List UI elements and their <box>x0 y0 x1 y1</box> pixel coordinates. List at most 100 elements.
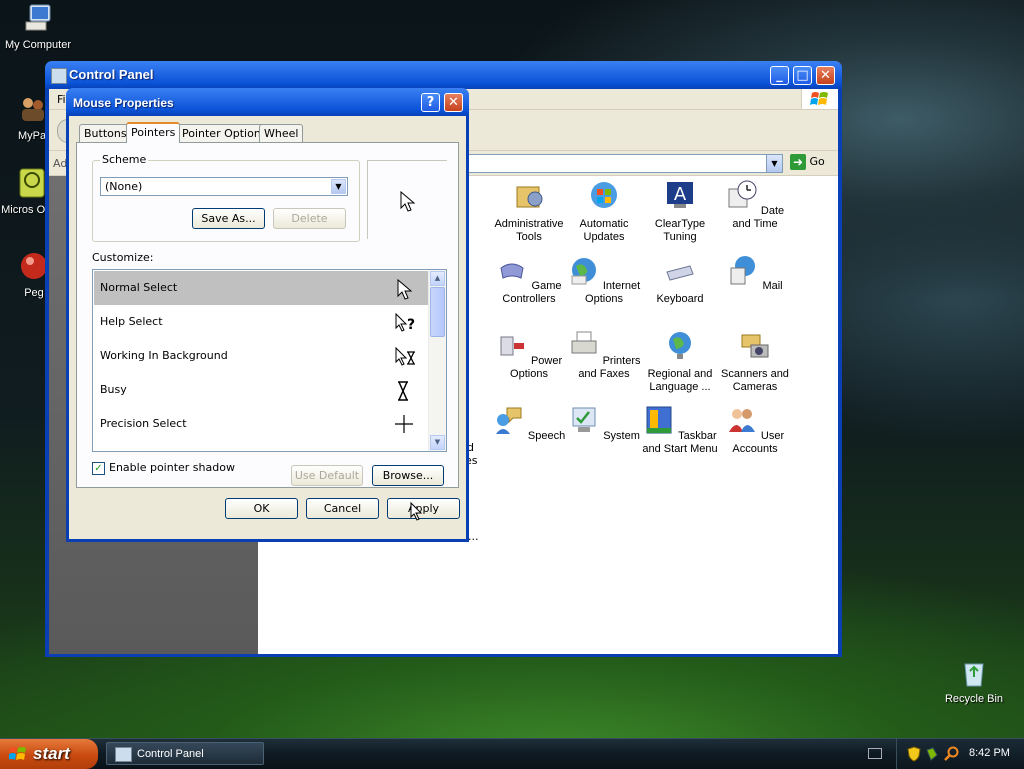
gamepad-icon <box>500 263 525 279</box>
arrow-cursor-icon <box>400 191 416 212</box>
dialog-titlebar[interactable]: Mouse Properties ? ✕ <box>66 88 469 116</box>
cp-item-user-accounts[interactable]: User Accounts <box>716 404 794 456</box>
cp-item-printers-and-faxes[interactable]: Printers and Faxes <box>565 329 643 381</box>
cp-item-taskbar-and-start-menu[interactable]: Taskbar and Start Menu <box>641 404 719 456</box>
scroll-thumb[interactable] <box>430 287 445 337</box>
tab-wheel[interactable]: Wheel <box>259 124 304 142</box>
chevron-down-icon[interactable]: ▼ <box>331 179 346 194</box>
arrow-cursor-icon <box>397 278 413 300</box>
go-button[interactable]: ➜ Go <box>790 154 836 172</box>
help-cursor-icon: ? <box>395 312 415 333</box>
dialog-title: Mouse Properties <box>73 96 174 110</box>
desktop-icon-label: Recycle Bin <box>944 693 1004 705</box>
pointer-preview <box>367 160 447 239</box>
cp-item-regional-and-language[interactable]: Regional and Language ... <box>641 329 719 394</box>
chevron-down-icon[interactable]: ▼ <box>766 155 782 172</box>
desktop-icon-label: My Computer <box>4 39 72 51</box>
windows-update-icon <box>591 182 617 208</box>
cp-item-game-controllers[interactable]: Game Controllers <box>490 254 568 306</box>
tab-pointer-options[interactable]: Pointer Options <box>177 124 272 142</box>
pointer-shadow-checkbox[interactable]: ✓ <box>92 462 105 475</box>
ok-button[interactable]: OK <box>225 498 298 519</box>
scroll-down-icon[interactable]: ▼ <box>430 435 445 450</box>
pointer-row-normal-select[interactable]: Normal Select <box>94 271 428 305</box>
taskbar: start Control Panel 8:42 PM <box>0 738 1024 769</box>
customize-label: Customize: <box>92 251 154 264</box>
clock-icon <box>728 180 757 208</box>
tab-pointers[interactable]: Pointers <box>126 122 181 143</box>
cp-item-system[interactable]: System <box>565 404 643 443</box>
cp-item-administrative-tools[interactable]: Administrative Tools <box>490 179 568 244</box>
close-button[interactable]: ✕ <box>816 66 835 85</box>
cp-item-cleartype-tuning[interactable]: A ClearType Tuning <box>641 179 719 244</box>
save-as-button[interactable]: Save As... <box>192 208 265 229</box>
pointer-row-precision-select[interactable]: Precision Select <box>94 407 428 441</box>
cp-item-scanners-and-cameras[interactable]: Scanners and Cameras <box>716 329 794 394</box>
pointer-row-busy[interactable]: Busy <box>94 373 428 407</box>
crosshair-cursor-icon <box>395 415 413 433</box>
menu-file[interactable]: Fi <box>57 93 66 106</box>
scheme-value: (None) <box>105 180 143 193</box>
use-default-button[interactable]: Use Default <box>291 465 363 486</box>
cp-item-date-and-time[interactable]: Date and Time <box>716 179 794 231</box>
pointers-tab-panel: Scheme (None) ▼ Save As... Delete Custom… <box>76 142 459 488</box>
hourglass-cursor-icon <box>398 381 408 401</box>
keyboard-icon <box>666 265 694 281</box>
globe-icon <box>669 332 691 359</box>
cleartype-icon: A <box>667 182 693 208</box>
outlook-icon <box>19 168 45 198</box>
working-cursor-icon <box>395 346 415 366</box>
pointer-shadow-label: Enable pointer shadow <box>109 461 235 474</box>
dialog-close-button[interactable]: ✕ <box>444 93 463 112</box>
cp-item-mail[interactable]: Mail <box>716 254 794 293</box>
users-icon <box>728 409 755 432</box>
pointer-list-scrollbar[interactable]: ▲ ▼ <box>428 270 446 451</box>
cp-item-internet-options[interactable]: Internet Options <box>565 254 643 306</box>
keyboard-tray-icon[interactable] <box>868 748 882 759</box>
desktop-icon-recycle-bin[interactable]: Recycle Bin <box>936 656 1012 705</box>
tab-buttons[interactable]: Buttons <box>79 124 132 142</box>
mouse-properties-dialog: Mouse Properties ? ✕ Buttons Pointers Po… <box>66 88 469 542</box>
pointer-row-help-select[interactable]: Help Select ? <box>94 305 428 339</box>
people-icon <box>22 98 44 121</box>
clock: 8:42 PM <box>969 747 1010 759</box>
browse-button[interactable]: Browse... <box>372 465 444 486</box>
scheme-group <box>92 160 360 242</box>
globe-icon <box>571 258 596 285</box>
cp-item-power-options[interactable]: Power Options <box>490 329 568 381</box>
help-button[interactable]: ? <box>421 93 440 112</box>
recycle-bin-icon <box>964 663 984 687</box>
go-arrow-icon: ➜ <box>790 154 806 170</box>
mail-icon <box>730 256 756 285</box>
cancel-button[interactable]: Cancel <box>306 498 379 519</box>
search-icon[interactable] <box>944 746 960 762</box>
go-label: Go <box>809 155 825 168</box>
cp-item-automatic-updates[interactable]: Automatic Updates <box>565 179 643 244</box>
task-label: Control Panel <box>137 748 204 760</box>
windows-flag-icon <box>801 89 838 109</box>
cp-item-speech[interactable]: Speech <box>490 404 568 443</box>
svg-text:A: A <box>674 184 687 205</box>
network-icon[interactable] <box>925 746 939 762</box>
dialog-client: Buttons Pointers Pointer Options Wheel S… <box>69 116 466 539</box>
control-panel-icon <box>115 747 132 762</box>
taskbar-item-control-panel[interactable]: Control Panel <box>106 742 264 765</box>
security-shield-icon[interactable] <box>907 746 921 762</box>
scheme-label: Scheme <box>100 153 149 166</box>
control-panel-titlebar[interactable]: Control Panel _ □ ✕ <box>45 61 842 89</box>
cp-item-keyboard[interactable]: Keyboard <box>641 254 719 306</box>
taskbar-icon <box>646 406 672 434</box>
pointer-row-working-in-background[interactable]: Working In Background <box>94 339 428 373</box>
power-icon <box>500 336 524 356</box>
desktop-icon-my-computer[interactable]: My Computer <box>0 2 76 51</box>
system-tray: 8:42 PM <box>896 739 1024 769</box>
mouse-cursor-icon <box>410 502 423 521</box>
scheme-select[interactable]: (None) ▼ <box>100 177 348 196</box>
control-panel-icon <box>51 68 67 84</box>
maximize-button[interactable]: □ <box>793 66 812 85</box>
start-button[interactable]: start <box>0 739 98 769</box>
pointer-list[interactable]: Normal Select Help Select ? Working In B… <box>92 269 447 452</box>
minimize-button[interactable]: _ <box>770 66 789 85</box>
delete-button[interactable]: Delete <box>273 208 346 229</box>
scroll-up-icon[interactable]: ▲ <box>430 271 445 286</box>
